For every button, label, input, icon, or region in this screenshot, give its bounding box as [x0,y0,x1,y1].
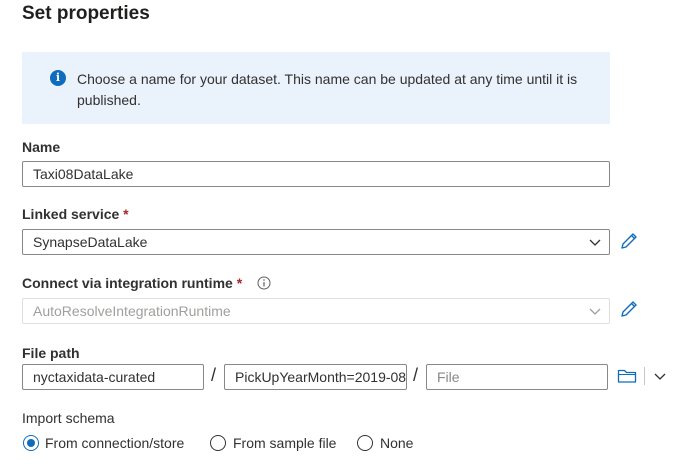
chevron-down-icon[interactable] [653,370,667,382]
divider [644,367,645,385]
required-marker: * [123,206,129,222]
file-placeholder: File [437,369,460,385]
required-marker: * [236,275,243,291]
edit-linked-service-icon[interactable] [619,231,639,251]
linked-service-value: SynapseDataLake [33,234,148,250]
radio-label-from-sample-file[interactable]: From sample file [233,435,336,451]
name-input-value: Taxi08DataLake [33,166,134,182]
file-path-container-input[interactable]: nyctaxidata-curated [22,364,204,390]
directory-value: PickUpYearMonth=2019-08 [235,369,407,385]
path-separator: / [211,365,217,385]
import-schema-label: Import schema [22,410,115,426]
radio-label-none[interactable]: None [380,435,413,451]
linked-service-dropdown[interactable]: SynapseDataLake [22,229,610,255]
name-input[interactable]: Taxi08DataLake [22,161,610,187]
info-outline-icon[interactable] [257,276,271,290]
folder-icon[interactable] [617,368,637,384]
radio-from-sample-file[interactable] [210,435,226,451]
info-text: Choose a name for your dataset. This nam… [77,71,578,108]
runtime-label: Connect via integration runtime * [22,275,242,291]
name-label: Name [22,139,61,155]
runtime-label-text: Connect via integration runtime [22,275,233,291]
file-path-file-input[interactable]: File [426,364,608,390]
radio-label-from-connection[interactable]: From connection/store [45,435,184,451]
container-value: nyctaxidata-curated [33,369,156,385]
edit-runtime-icon[interactable] [619,299,639,319]
page-title: Set properties [22,3,150,24]
path-separator: / [413,365,419,385]
radio-from-connection[interactable] [23,435,39,451]
radio-none[interactable] [357,435,373,451]
chevron-down-icon [589,239,601,246]
chevron-down-icon [589,308,601,315]
linked-service-label: Linked service * [22,206,129,222]
info-icon: i [50,70,66,86]
file-path-directory-input[interactable]: PickUpYearMonth=2019-08 [224,364,407,390]
file-path-label: File path [22,345,80,361]
runtime-value: AutoResolveIntegrationRuntime [33,303,231,319]
linked-service-label-text: Linked service [22,206,120,222]
runtime-dropdown[interactable]: AutoResolveIntegrationRuntime [22,298,610,324]
